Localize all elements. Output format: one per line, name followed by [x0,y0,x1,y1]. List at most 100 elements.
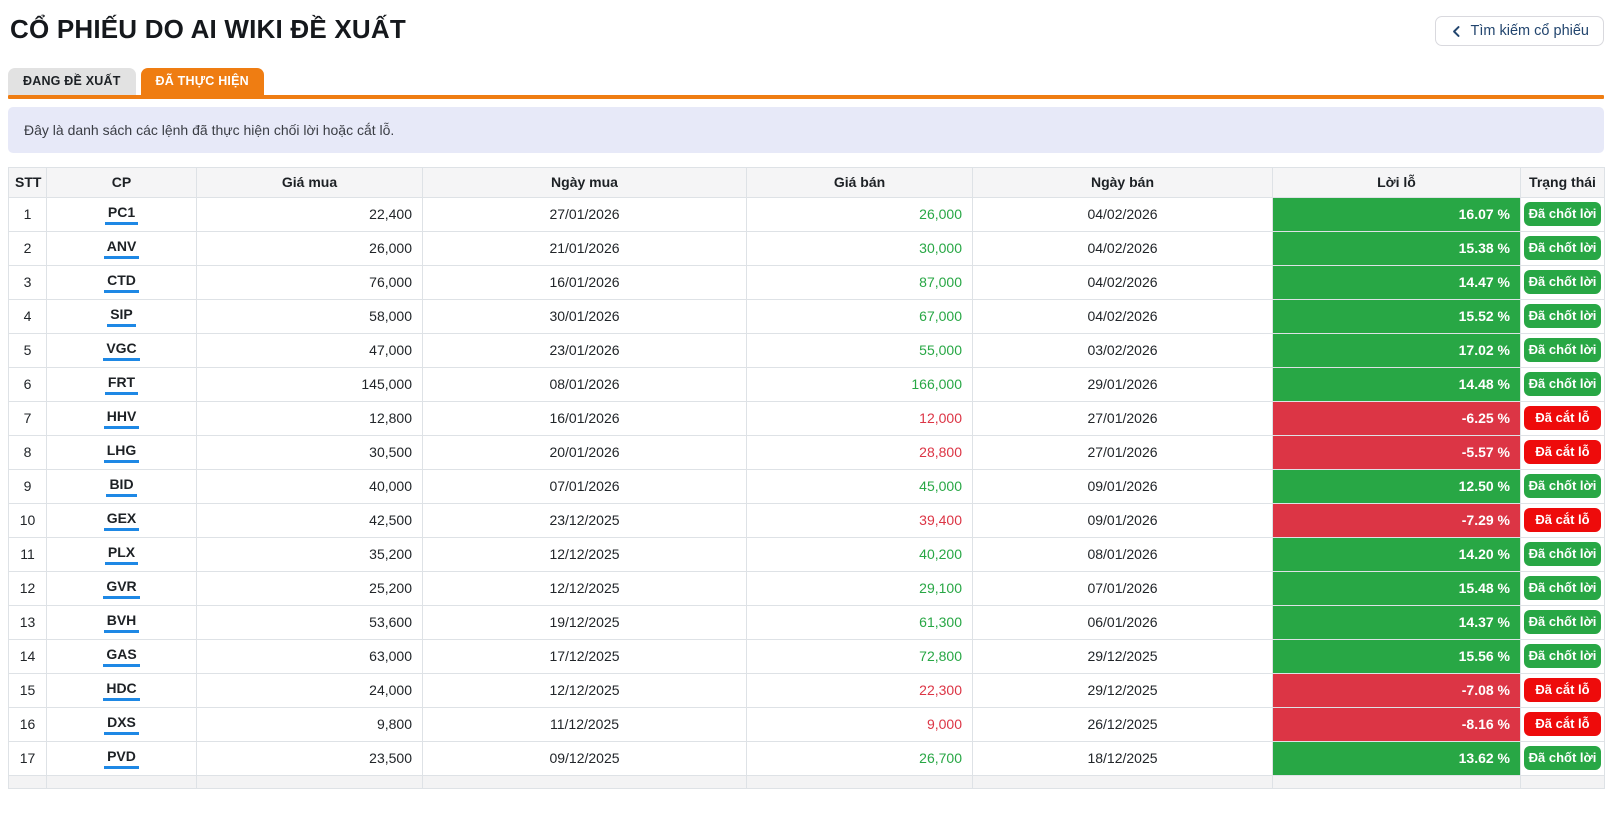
search-stocks-button[interactable]: Tìm kiếm cổ phiếu [1435,16,1604,46]
col-header-gia-mua: Giá mua [197,167,423,197]
sell-price: 9,000 [747,707,973,741]
tab-bar: ĐANG ĐỀ XUẤT ĐÃ THỰC HIỆN [8,68,1604,95]
row-index: 10 [9,503,47,537]
buy-date: 23/01/2026 [423,333,747,367]
tab-dang-de-xuat[interactable]: ĐANG ĐỀ XUẤT [8,68,136,95]
row-index: 14 [9,639,47,673]
top-bar: CỔ PHIẾU DO AI WIKI ĐỀ XUẤT Tìm kiếm cổ … [8,0,1604,46]
empty-cell [423,775,747,788]
table-row: 13BVH53,60019/12/202561,30006/01/202614.… [9,605,1605,639]
sell-price: 72,800 [747,639,973,673]
ticker-link[interactable]: CTD [104,272,139,293]
row-index: 9 [9,469,47,503]
ticker-cell: SIP [47,299,197,333]
sell-date: 26/12/2025 [973,707,1273,741]
empty-cell [47,775,197,788]
col-header-trang-thai: Trạng thái [1521,167,1605,197]
profit-loss-cell: 16.07 % [1273,197,1521,231]
ticker-link[interactable]: PLX [105,544,138,565]
table-row: 3CTD76,00016/01/202687,00004/02/202614.4… [9,265,1605,299]
ticker-link[interactable]: BVH [104,612,140,633]
profit-loss-cell: -8.16 % [1273,707,1521,741]
buy-date: 30/01/2026 [423,299,747,333]
ticker-cell: ANV [47,231,197,265]
sell-date: 09/01/2026 [973,503,1273,537]
status-cell: Đã cắt lỗ [1521,707,1605,741]
sell-date: 04/02/2026 [973,197,1273,231]
empty-cell [747,775,973,788]
table-row: 9BID40,00007/01/202645,00009/01/202612.5… [9,469,1605,503]
status-cell: Đã chốt lời [1521,197,1605,231]
ticker-link[interactable]: SIP [107,306,136,327]
row-index: 11 [9,537,47,571]
profit-loss-cell: 17.02 % [1273,333,1521,367]
tab-da-thuc-hien[interactable]: ĐÃ THỰC HIỆN [141,68,264,95]
row-index: 2 [9,231,47,265]
sell-price: 61,300 [747,605,973,639]
ticker-link[interactable]: FRT [105,374,138,395]
executed-orders-table: STT CP Giá mua Ngày mua Giá bán Ngày bán… [8,167,1605,789]
ticker-link[interactable]: HHV [104,408,140,429]
buy-date: 11/12/2025 [423,707,747,741]
table-row: 8LHG30,50020/01/202628,80027/01/2026-5.5… [9,435,1605,469]
sell-price: 87,000 [747,265,973,299]
ticker-link[interactable]: HDC [103,680,139,701]
col-header-gia-ban: Giá bán [747,167,973,197]
profit-loss-cell: 14.47 % [1273,265,1521,299]
page: CỔ PHIẾU DO AI WIKI ĐỀ XUẤT Tìm kiếm cổ … [0,0,1620,789]
empty-cell [1521,775,1605,788]
status-cell: Đã cắt lỗ [1521,673,1605,707]
row-index: 8 [9,435,47,469]
status-cell: Đã chốt lời [1521,333,1605,367]
status-cell: Đã chốt lời [1521,605,1605,639]
buy-price: 22,400 [197,197,423,231]
page-title: CỔ PHIẾU DO AI WIKI ĐỀ XUẤT [10,14,406,45]
status-cell: Đã chốt lời [1521,571,1605,605]
status-cell: Đã chốt lời [1521,231,1605,265]
buy-date: 09/12/2025 [423,741,747,775]
ticker-link[interactable]: PVD [104,748,139,769]
profit-loss-cell: -7.29 % [1273,503,1521,537]
status-badge: Đã chốt lời [1524,474,1601,498]
table-row: 10GEX42,50023/12/202539,40009/01/2026-7.… [9,503,1605,537]
ticker-link[interactable]: GEX [104,510,140,531]
ticker-cell: GEX [47,503,197,537]
buy-price: 30,500 [197,435,423,469]
status-cell: Đã cắt lỗ [1521,401,1605,435]
col-header-loi-lo: Lời lỗ [1273,167,1521,197]
ticker-link[interactable]: GVR [103,578,139,599]
ticker-link[interactable]: PC1 [105,204,138,225]
profit-loss-cell: 15.48 % [1273,571,1521,605]
status-badge: Đã chốt lời [1524,644,1601,668]
status-badge: Đã cắt lỗ [1524,712,1601,736]
buy-price: 24,000 [197,673,423,707]
sell-date: 03/02/2026 [973,333,1273,367]
status-badge: Đã cắt lỗ [1524,440,1601,464]
row-index: 13 [9,605,47,639]
profit-loss-cell: 12.50 % [1273,469,1521,503]
buy-price: 25,200 [197,571,423,605]
ticker-link[interactable]: GAS [103,646,139,667]
ticker-link[interactable]: BID [106,476,136,497]
status-badge: Đã chốt lời [1524,304,1601,328]
status-cell: Đã chốt lời [1521,741,1605,775]
ticker-link[interactable]: VGC [103,340,139,361]
ticker-link[interactable]: ANV [104,238,140,259]
sell-price: 55,000 [747,333,973,367]
ticker-link[interactable]: LHG [104,442,140,463]
status-badge: Đã cắt lỗ [1524,508,1601,532]
sell-price: 26,700 [747,741,973,775]
status-badge: Đã cắt lỗ [1524,678,1601,702]
ticker-cell: PC1 [47,197,197,231]
status-cell: Đã chốt lời [1521,265,1605,299]
buy-date: 07/01/2026 [423,469,747,503]
sell-price: 29,100 [747,571,973,605]
sell-price: 40,200 [747,537,973,571]
col-header-cp: CP [47,167,197,197]
ticker-cell: CTD [47,265,197,299]
buy-price: 58,000 [197,299,423,333]
ticker-cell: FRT [47,367,197,401]
ticker-link[interactable]: DXS [104,714,139,735]
profit-loss-cell: -6.25 % [1273,401,1521,435]
ticker-cell: BID [47,469,197,503]
